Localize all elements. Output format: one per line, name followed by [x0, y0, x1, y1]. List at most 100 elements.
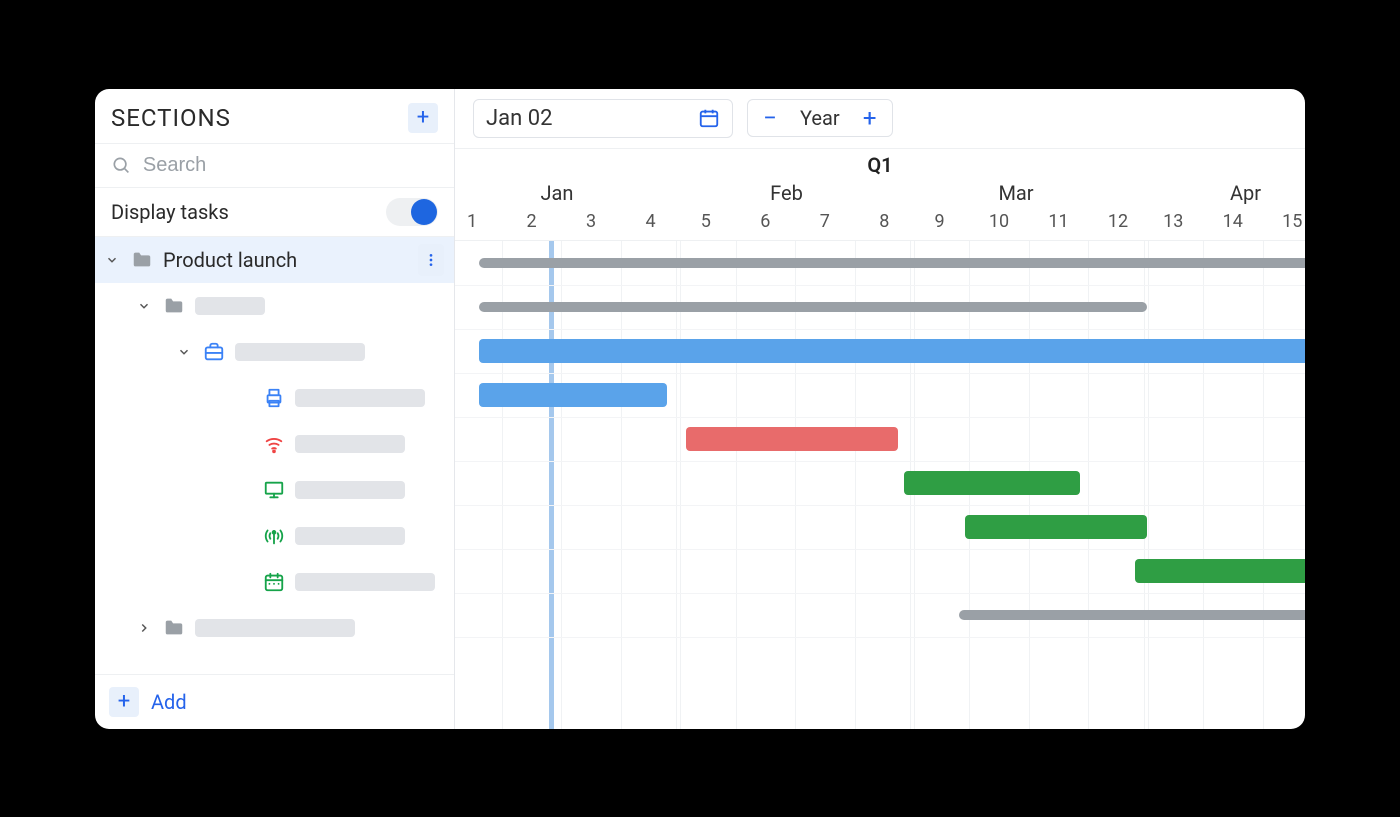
- grid-line: [1148, 241, 1149, 729]
- weeks-row: 123456789101112131415: [455, 211, 1305, 241]
- grid-line: [1144, 241, 1145, 729]
- week-label: 11: [1048, 211, 1068, 232]
- summary-bar[interactable]: [479, 302, 1147, 312]
- task-bar[interactable]: [904, 471, 1080, 495]
- summary-bar[interactable]: [479, 258, 1305, 268]
- row-separator: [455, 461, 1305, 462]
- week-label: 13: [1163, 211, 1183, 232]
- month-label: Feb: [770, 181, 803, 205]
- gantt-chart[interactable]: [455, 241, 1305, 729]
- chevron-icon[interactable]: [135, 619, 153, 637]
- tree-row[interactable]: [95, 283, 454, 329]
- placeholder-text: [195, 619, 355, 637]
- week-label: 1: [467, 211, 477, 232]
- week-label: 7: [820, 211, 830, 232]
- row-separator: [455, 549, 1305, 550]
- sidebar-header: SECTIONS +: [95, 89, 454, 143]
- tree-row[interactable]: [95, 375, 454, 421]
- plus-icon: +: [863, 106, 877, 130]
- task-bar[interactable]: [965, 515, 1147, 539]
- more-button[interactable]: [418, 244, 444, 276]
- display-tasks-toggle[interactable]: [386, 198, 438, 226]
- folder-icon: [131, 249, 153, 271]
- zoom-in-button[interactable]: +: [858, 106, 882, 130]
- row-separator: [455, 637, 1305, 638]
- week-label: 4: [645, 211, 655, 232]
- plus-icon: +: [109, 687, 139, 717]
- tree-row[interactable]: Product launch: [95, 237, 454, 283]
- zoom-out-button[interactable]: −: [758, 106, 782, 130]
- antenna-icon: [263, 525, 285, 547]
- placeholder-text: [295, 573, 435, 591]
- tree-row[interactable]: [95, 329, 454, 375]
- grid-line: [1203, 241, 1204, 729]
- zoom-control: − Year +: [747, 99, 893, 137]
- months-row: JanFebMarApr: [455, 181, 1305, 211]
- grid-line: [855, 241, 856, 729]
- calendar-icon: [263, 571, 285, 593]
- dots-vertical-icon: [423, 250, 439, 270]
- date-label: Jan 02: [486, 106, 552, 131]
- week-label: 8: [879, 211, 889, 232]
- chevron-icon[interactable]: [135, 297, 153, 315]
- month-label: Mar: [998, 181, 1033, 205]
- row-separator: [455, 593, 1305, 594]
- grid-line: [795, 241, 796, 729]
- calendar-icon: [698, 107, 720, 129]
- add-section-button[interactable]: +: [408, 103, 438, 133]
- search-row[interactable]: [95, 143, 454, 188]
- row-separator: [455, 285, 1305, 286]
- placeholder-text: [295, 389, 425, 407]
- grid-line: [736, 241, 737, 729]
- sidebar-title: SECTIONS: [111, 104, 231, 132]
- task-bar[interactable]: [686, 427, 899, 451]
- summary-bar[interactable]: [959, 610, 1305, 620]
- toggle-knob: [411, 199, 437, 225]
- display-tasks-label: Display tasks: [111, 200, 229, 224]
- folder-icon: [163, 617, 185, 639]
- grid-line: [621, 241, 622, 729]
- quarter-label: Q1: [455, 149, 1305, 181]
- week-label: 6: [760, 211, 770, 232]
- week-label: 9: [934, 211, 944, 232]
- briefcase-icon: [203, 341, 225, 363]
- grid-line: [1263, 241, 1264, 729]
- placeholder-text: [295, 481, 405, 499]
- toolbar: Jan 02 − Year +: [455, 89, 1305, 148]
- today-marker: [549, 241, 554, 729]
- tree-row[interactable]: [95, 467, 454, 513]
- placeholder-text: [295, 527, 405, 545]
- row-separator: [455, 329, 1305, 330]
- task-bar[interactable]: [479, 339, 1305, 363]
- date-picker[interactable]: Jan 02: [473, 99, 733, 138]
- row-separator: [455, 417, 1305, 418]
- plus-icon: +: [417, 107, 429, 129]
- chevron-icon[interactable]: [103, 251, 121, 269]
- zoom-label: Year: [800, 106, 840, 130]
- wifi-icon: [263, 433, 285, 455]
- tree-row[interactable]: [95, 421, 454, 467]
- week-label: 15: [1282, 211, 1302, 232]
- sidebar: SECTIONS + Display tasks Product launch …: [95, 89, 455, 729]
- search-input[interactable]: [143, 154, 438, 177]
- monitor-icon: [263, 479, 285, 501]
- search-icon: [111, 154, 131, 176]
- tree-row[interactable]: [95, 559, 454, 605]
- main: Jan 02 − Year + Q1 JanFebMarApr 12345678…: [455, 89, 1305, 729]
- section-tree: Product launch: [95, 237, 454, 674]
- row-separator: [455, 505, 1305, 506]
- task-bar[interactable]: [479, 383, 667, 407]
- row-separator: [455, 373, 1305, 374]
- tree-label: Product launch: [163, 248, 297, 272]
- add-button[interactable]: + Add: [95, 674, 454, 729]
- placeholder-text: [295, 435, 405, 453]
- chevron-icon[interactable]: [175, 343, 193, 361]
- task-bar[interactable]: [1135, 559, 1305, 583]
- tree-row[interactable]: [95, 513, 454, 559]
- display-tasks-row: Display tasks: [95, 188, 454, 237]
- grid-line: [561, 241, 562, 729]
- grid-line: [680, 241, 681, 729]
- minus-icon: −: [763, 106, 777, 130]
- tree-row[interactable]: [95, 605, 454, 651]
- grid-line: [502, 241, 503, 729]
